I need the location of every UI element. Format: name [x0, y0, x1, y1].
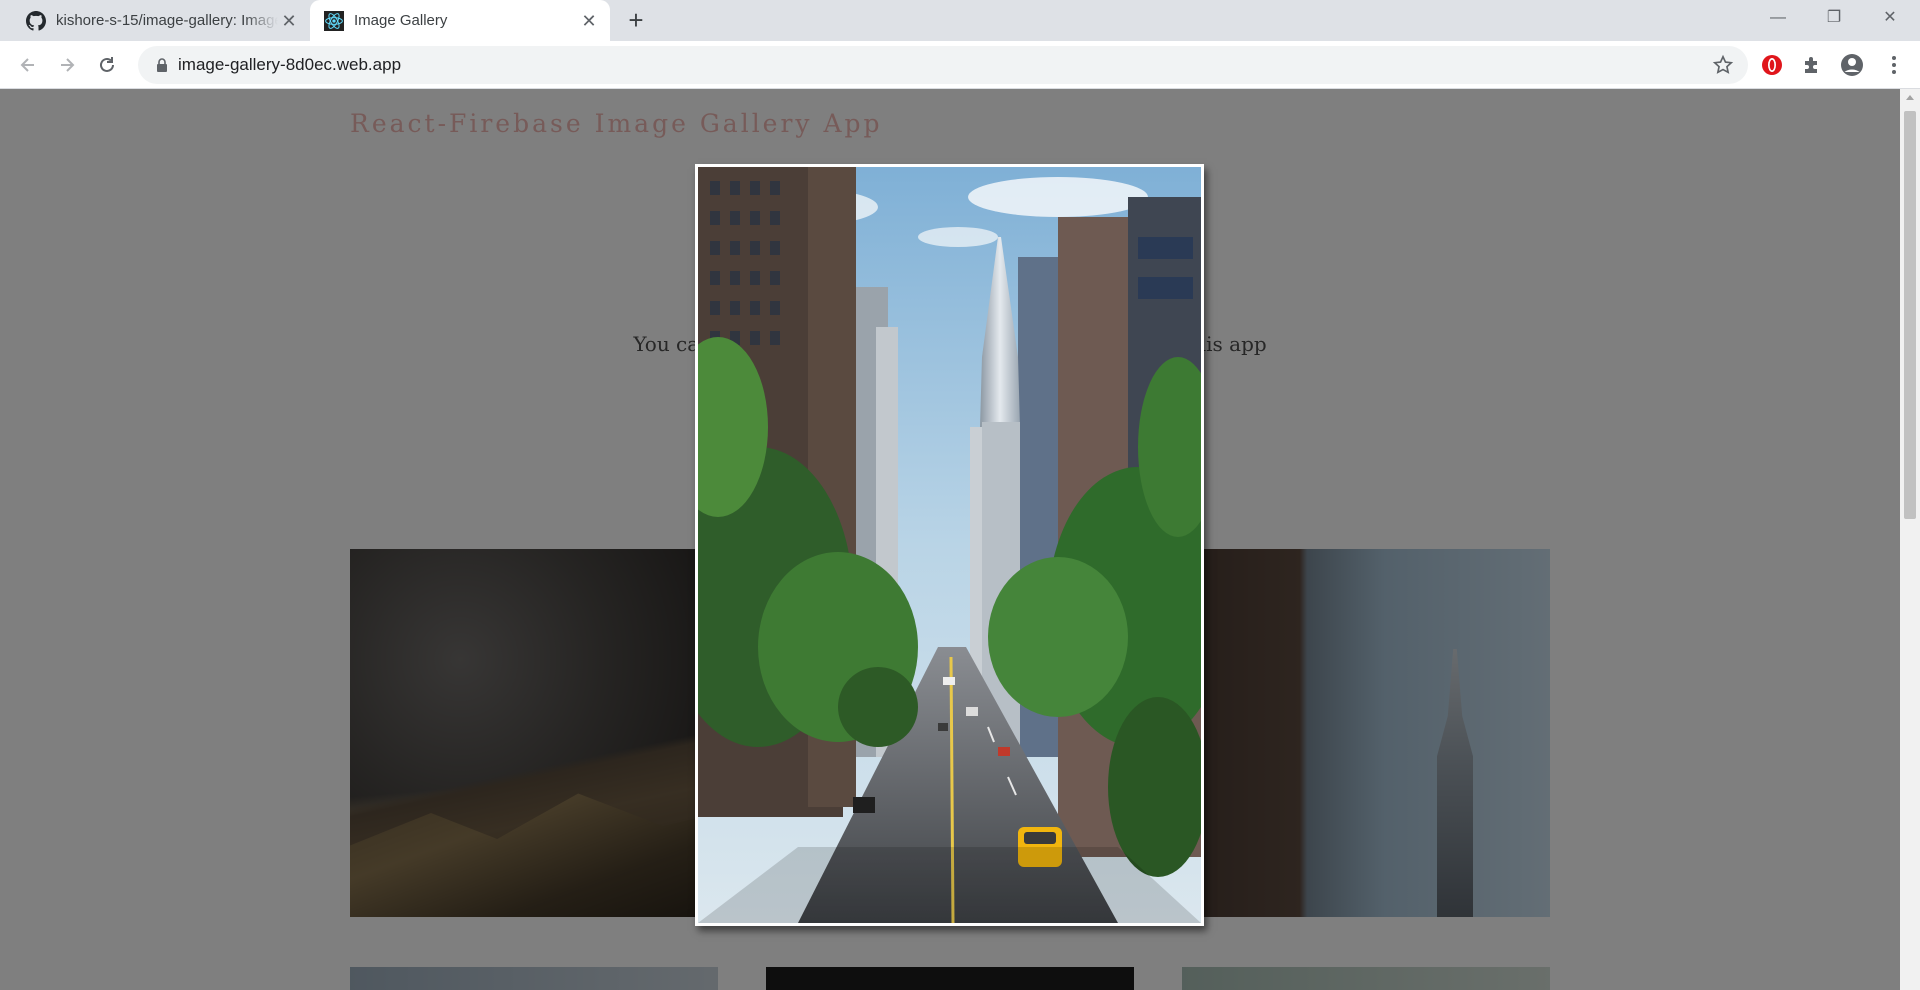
new-tab-button[interactable]: +: [622, 7, 650, 33]
extensions-puzzle-icon[interactable]: [1800, 53, 1824, 77]
page-viewport: React-Firebase Image Gallery App Your Pi…: [0, 89, 1900, 990]
minimize-button[interactable]: —: [1750, 0, 1806, 36]
tab-close-icon[interactable]: ✕: [280, 12, 298, 30]
tab-github[interactable]: kishore-s-15/image-gallery: Image Galler…: [12, 0, 310, 41]
window-close-button[interactable]: ✕: [1862, 0, 1918, 36]
enlarged-image: [698, 167, 1201, 923]
browser-menu-icon[interactable]: [1882, 53, 1906, 77]
bookmark-star-icon[interactable]: [1712, 54, 1734, 76]
tab-image-gallery[interactable]: Image Gallery ✕: [310, 0, 610, 41]
address-bar[interactable]: image-gallery-8d0ec.web.app: [138, 46, 1748, 84]
tab-close-icon[interactable]: ✕: [580, 12, 598, 30]
react-icon: [324, 11, 344, 31]
scrollbar-thumb[interactable]: [1904, 111, 1916, 519]
restore-button[interactable]: ❐: [1806, 0, 1862, 36]
profile-avatar-icon[interactable]: [1840, 53, 1864, 77]
reload-button[interactable]: [93, 51, 121, 79]
arrow-left-icon: [20, 58, 34, 72]
vertical-scrollbar[interactable]: [1900, 89, 1920, 990]
browser-toolbar: image-gallery-8d0ec.web.app: [0, 41, 1920, 89]
reload-icon: [100, 57, 114, 72]
tab-strip: kishore-s-15/image-gallery: Image Galler…: [0, 0, 1920, 41]
scroll-up-arrow-icon[interactable]: [1906, 95, 1914, 100]
lock-icon: [157, 58, 167, 72]
github-icon: [26, 11, 46, 31]
tab-title: Image Gallery: [354, 12, 448, 29]
url-text: image-gallery-8d0ec.web.app: [178, 55, 402, 74]
back-button[interactable]: [14, 51, 42, 79]
arrow-right-icon: [61, 58, 75, 72]
tab-title: kishore-s-15/image-gallery: Image Galler…: [56, 12, 278, 29]
enlarged-image-modal: [695, 164, 1204, 926]
opera-extension-icon[interactable]: [1760, 53, 1784, 77]
forward-button[interactable]: [53, 51, 81, 79]
